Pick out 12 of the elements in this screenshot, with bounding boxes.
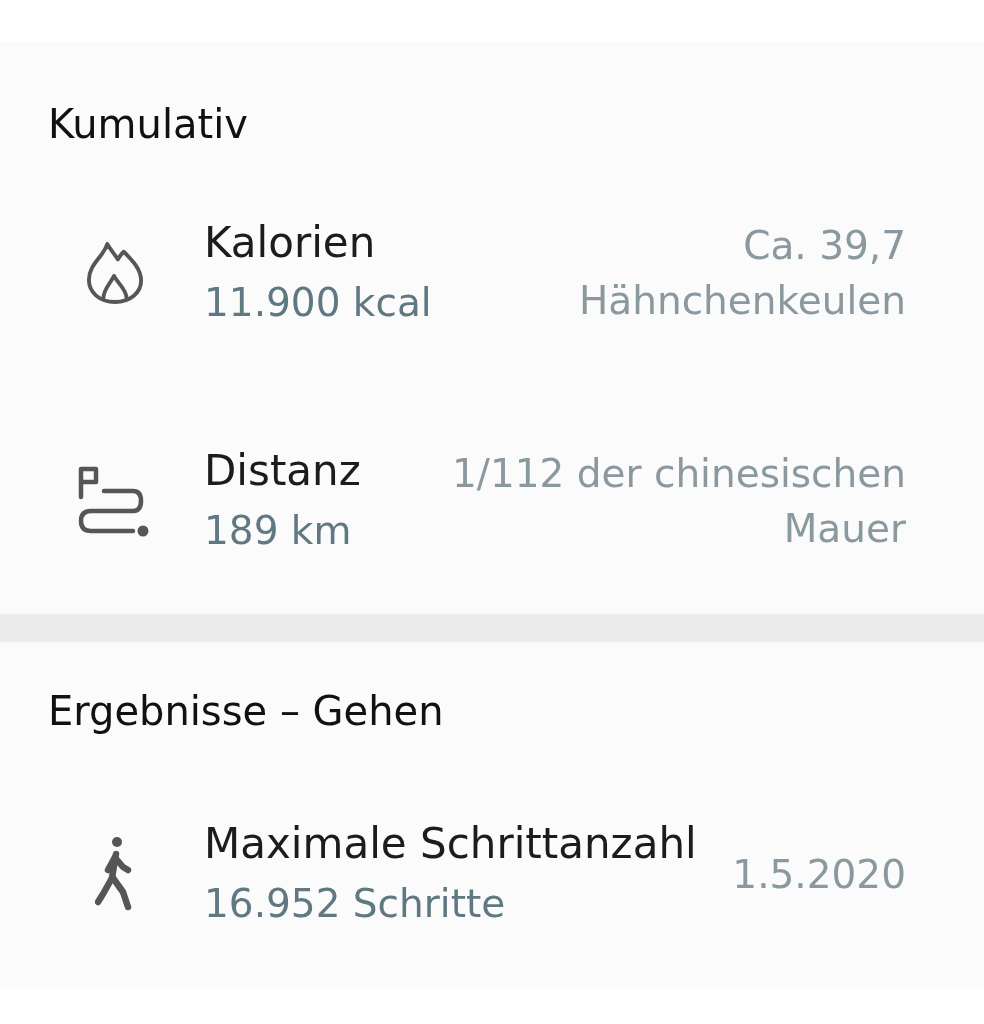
stat-title: Kalorien (204, 217, 376, 269)
comparison-text: 1/112 der chinesischen Mauer (450, 450, 906, 553)
section-heading: Ergebnisse – Gehen (48, 687, 444, 735)
comparison-text: Ca. 39,7 Hähnchenkeulen (578, 222, 906, 325)
stat-value: 16.952 Schritte (204, 880, 506, 928)
flame-icon (86, 241, 144, 305)
stat-title: Maximale Schrittanzahl (204, 818, 697, 870)
stat-value: 189 km (204, 507, 352, 555)
section-heading: Kumulativ (48, 100, 248, 148)
stat-title: Distanz (204, 445, 361, 497)
stat-value: 11.900 kcal (204, 279, 432, 327)
date-text: 1.5.2020 (732, 850, 906, 899)
